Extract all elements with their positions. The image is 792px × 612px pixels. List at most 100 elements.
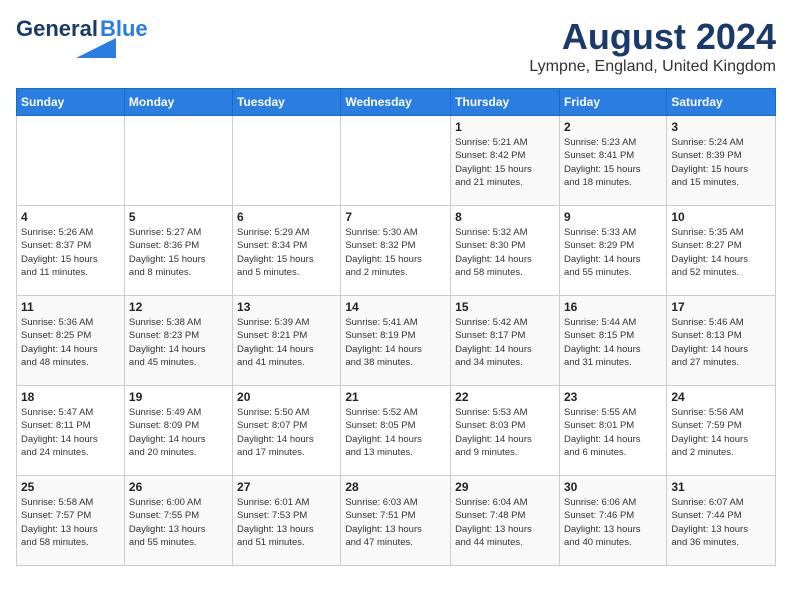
day-number: 29	[455, 480, 555, 494]
day-number: 21	[345, 390, 446, 404]
day-detail: Sunrise: 6:03 AM Sunset: 7:51 PM Dayligh…	[345, 496, 446, 549]
calendar-cell: 25 Sunrise: 5:58 AM Sunset: 7:57 PM Dayli…	[17, 476, 125, 566]
day-number: 1	[455, 120, 555, 134]
day-number: 13	[237, 300, 336, 314]
day-detail: Sunrise: 5:33 AM Sunset: 8:29 PM Dayligh…	[564, 226, 662, 279]
calendar-cell: 11 Sunrise: 5:36 AM Sunset: 8:25 PM Dayli…	[17, 296, 125, 386]
calendar-cell: 9 Sunrise: 5:33 AM Sunset: 8:29 PM Daylig…	[559, 206, 666, 296]
calendar-cell: 23 Sunrise: 5:55 AM Sunset: 8:01 PM Dayli…	[559, 386, 666, 476]
day-number: 28	[345, 480, 446, 494]
calendar-cell: 3 Sunrise: 5:24 AM Sunset: 8:39 PM Daylig…	[667, 116, 776, 206]
calendar-cell	[124, 116, 232, 206]
calendar-cell: 12 Sunrise: 5:38 AM Sunset: 8:23 PM Dayli…	[124, 296, 232, 386]
day-detail: Sunrise: 5:38 AM Sunset: 8:23 PM Dayligh…	[129, 316, 228, 369]
day-detail: Sunrise: 5:32 AM Sunset: 8:30 PM Dayligh…	[455, 226, 555, 279]
calendar-cell: 15Sunrise: 5:42 AM Sunset: 8:17 PM Dayli…	[451, 296, 560, 386]
day-number: 27	[237, 480, 336, 494]
day-detail: Sunrise: 5:27 AM Sunset: 8:36 PM Dayligh…	[129, 226, 228, 279]
calendar-cell: 18 Sunrise: 5:47 AM Sunset: 8:11 PM Dayli…	[17, 386, 125, 476]
day-detail: Sunrise: 5:35 AM Sunset: 8:27 PM Dayligh…	[671, 226, 771, 279]
day-number: 19	[129, 390, 228, 404]
day-number: 5	[129, 210, 228, 224]
day-detail: Sunrise: 6:01 AM Sunset: 7:53 PM Dayligh…	[237, 496, 336, 549]
calendar-cell: 31 Sunrise: 6:07 AM Sunset: 7:44 PM Dayli…	[667, 476, 776, 566]
calendar-cell	[233, 116, 341, 206]
day-number: 18	[21, 390, 120, 404]
day-number: 4	[21, 210, 120, 224]
title-area: August 2024 Lympne, England, United King…	[529, 16, 776, 76]
location-title: Lympne, England, United Kingdom	[529, 58, 776, 76]
calendar-cell: 5 Sunrise: 5:27 AM Sunset: 8:36 PM Daylig…	[124, 206, 232, 296]
calendar-cell: 21 Sunrise: 5:52 AM Sunset: 8:05 PM Dayli…	[341, 386, 451, 476]
day-number: 11	[21, 300, 120, 314]
calendar-cell: 29 Sunrise: 6:04 AM Sunset: 7:48 PM Dayli…	[451, 476, 560, 566]
day-number: 30	[564, 480, 662, 494]
calendar-cell: 7Sunrise: 5:30 AM Sunset: 8:32 PM Daylig…	[341, 206, 451, 296]
day-detail: Sunrise: 5:52 AM Sunset: 8:05 PM Dayligh…	[345, 406, 446, 459]
col-header-friday: Friday	[559, 89, 666, 116]
day-detail: Sunrise: 5:30 AM Sunset: 8:32 PM Dayligh…	[345, 226, 446, 279]
day-detail: Sunrise: 5:26 AM Sunset: 8:37 PM Dayligh…	[21, 226, 120, 279]
calendar-cell: 2 Sunrise: 5:23 AM Sunset: 8:41 PM Daylig…	[559, 116, 666, 206]
header: General Blue August 2024 Lympne, England…	[16, 16, 776, 76]
day-number: 16	[564, 300, 662, 314]
day-number: 22	[455, 390, 555, 404]
day-detail: Sunrise: 6:06 AM Sunset: 7:46 PM Dayligh…	[564, 496, 662, 549]
day-number: 17	[671, 300, 771, 314]
calendar-cell: 13 Sunrise: 5:39 AM Sunset: 8:21 PM Dayli…	[233, 296, 341, 386]
day-detail: Sunrise: 5:46 AM Sunset: 8:13 PM Dayligh…	[671, 316, 771, 369]
calendar-cell: 17 Sunrise: 5:46 AM Sunset: 8:13 PM Dayli…	[667, 296, 776, 386]
col-header-wednesday: Wednesday	[341, 89, 451, 116]
day-detail: Sunrise: 6:04 AM Sunset: 7:48 PM Dayligh…	[455, 496, 555, 549]
calendar-cell: 8 Sunrise: 5:32 AM Sunset: 8:30 PM Daylig…	[451, 206, 560, 296]
day-detail: Sunrise: 5:55 AM Sunset: 8:01 PM Dayligh…	[564, 406, 662, 459]
day-number: 6	[237, 210, 336, 224]
calendar-cell	[17, 116, 125, 206]
calendar-cell: 20 Sunrise: 5:50 AM Sunset: 8:07 PM Dayli…	[233, 386, 341, 476]
calendar-cell: 24Sunrise: 5:56 AM Sunset: 7:59 PM Dayli…	[667, 386, 776, 476]
calendar-cell: 22Sunrise: 5:53 AM Sunset: 8:03 PM Dayli…	[451, 386, 560, 476]
calendar-cell: 4 Sunrise: 5:26 AM Sunset: 8:37 PM Daylig…	[17, 206, 125, 296]
day-number: 2	[564, 120, 662, 134]
logo: General Blue	[16, 16, 148, 58]
col-header-thursday: Thursday	[451, 89, 560, 116]
day-detail: Sunrise: 6:07 AM Sunset: 7:44 PM Dayligh…	[671, 496, 771, 549]
calendar-cell: 26 Sunrise: 6:00 AM Sunset: 7:55 PM Dayli…	[124, 476, 232, 566]
day-detail: Sunrise: 5:29 AM Sunset: 8:34 PM Dayligh…	[237, 226, 336, 279]
day-number: 23	[564, 390, 662, 404]
day-number: 8	[455, 210, 555, 224]
day-number: 12	[129, 300, 228, 314]
col-header-monday: Monday	[124, 89, 232, 116]
col-header-sunday: Sunday	[17, 89, 125, 116]
day-number: 26	[129, 480, 228, 494]
calendar-cell: 27 Sunrise: 6:01 AM Sunset: 7:53 PM Dayli…	[233, 476, 341, 566]
day-detail: Sunrise: 5:56 AM Sunset: 7:59 PM Dayligh…	[671, 406, 771, 459]
calendar-cell: 6 Sunrise: 5:29 AM Sunset: 8:34 PM Daylig…	[233, 206, 341, 296]
day-number: 9	[564, 210, 662, 224]
day-detail: Sunrise: 5:23 AM Sunset: 8:41 PM Dayligh…	[564, 136, 662, 189]
calendar-cell: 28 Sunrise: 6:03 AM Sunset: 7:51 PM Dayli…	[341, 476, 451, 566]
day-detail: Sunrise: 5:47 AM Sunset: 8:11 PM Dayligh…	[21, 406, 120, 459]
day-number: 31	[671, 480, 771, 494]
day-detail: Sunrise: 5:24 AM Sunset: 8:39 PM Dayligh…	[671, 136, 771, 189]
calendar-cell: 14Sunrise: 5:41 AM Sunset: 8:19 PM Dayli…	[341, 296, 451, 386]
day-detail: Sunrise: 6:00 AM Sunset: 7:55 PM Dayligh…	[129, 496, 228, 549]
day-detail: Sunrise: 5:44 AM Sunset: 8:15 PM Dayligh…	[564, 316, 662, 369]
col-header-saturday: Saturday	[667, 89, 776, 116]
day-detail: Sunrise: 5:58 AM Sunset: 7:57 PM Dayligh…	[21, 496, 120, 549]
day-number: 15	[455, 300, 555, 314]
day-number: 3	[671, 120, 771, 134]
day-detail: Sunrise: 5:39 AM Sunset: 8:21 PM Dayligh…	[237, 316, 336, 369]
day-detail: Sunrise: 5:36 AM Sunset: 8:25 PM Dayligh…	[21, 316, 120, 369]
month-title: August 2024	[529, 16, 776, 58]
calendar-table: SundayMondayTuesdayWednesdayThursdayFrid…	[16, 88, 776, 566]
col-header-tuesday: Tuesday	[233, 89, 341, 116]
day-number: 25	[21, 480, 120, 494]
logo-icon	[76, 38, 116, 58]
day-detail: Sunrise: 5:41 AM Sunset: 8:19 PM Dayligh…	[345, 316, 446, 369]
day-number: 20	[237, 390, 336, 404]
calendar-cell: 1Sunrise: 5:21 AM Sunset: 8:42 PM Daylig…	[451, 116, 560, 206]
calendar-cell: 10Sunrise: 5:35 AM Sunset: 8:27 PM Dayli…	[667, 206, 776, 296]
calendar-cell	[341, 116, 451, 206]
day-detail: Sunrise: 5:50 AM Sunset: 8:07 PM Dayligh…	[237, 406, 336, 459]
